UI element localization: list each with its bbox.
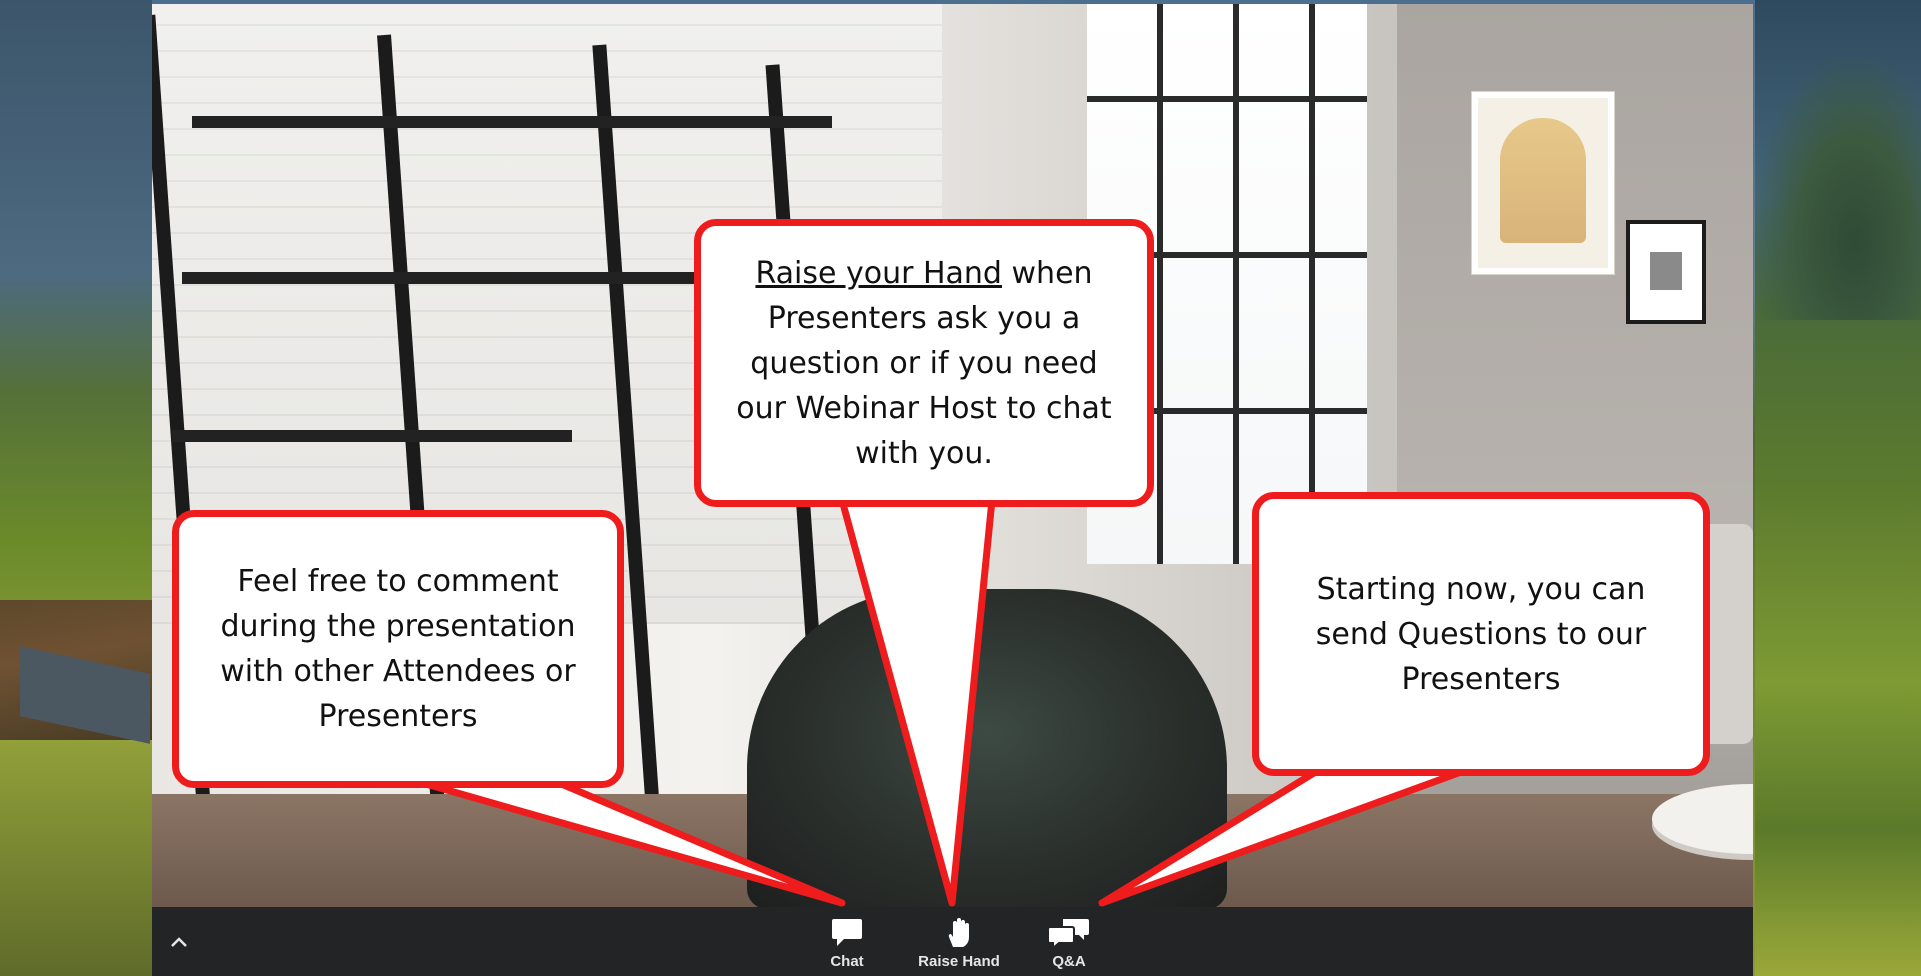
shelf <box>192 116 832 128</box>
raise-hand-emphasis: Raise your Hand <box>755 255 1002 291</box>
chat-button[interactable]: Chat <box>802 917 892 973</box>
office-chair <box>747 589 1227 907</box>
questions-callout-line: Starting now, you can <box>1316 571 1646 607</box>
questions-callout-line: send Questions to our <box>1315 616 1647 652</box>
qa-label: Q&A <box>1052 953 1086 970</box>
raise-hand-callout-line: with you. <box>855 435 993 471</box>
chat-label: Chat <box>830 953 864 970</box>
shelf <box>172 430 572 442</box>
raise-hand-button[interactable]: Raise Hand <box>914 917 1004 973</box>
questions-callout: Starting now, you can send Questions to … <box>1252 492 1710 776</box>
comment-callout-line: during the presentation <box>220 609 576 644</box>
background-left <box>0 0 152 976</box>
background-hill <box>1755 60 1921 320</box>
webinar-video-frame: Feel free to comment during the presenta… <box>152 4 1753 907</box>
qa-button[interactable]: Q&A <box>1024 917 1114 973</box>
questions-callout-line: Presenters <box>1401 661 1561 697</box>
raise-hand-callout-line: when <box>1001 255 1093 291</box>
comment-callout-line: Feel free to comment <box>237 564 559 599</box>
comment-callout-line: with other Attendees or <box>220 654 576 689</box>
webinar-toolbar: Chat Raise Hand Q&A <box>152 907 1753 976</box>
wall-art-frame <box>1472 92 1614 274</box>
comment-callout-line: Presenters <box>318 699 478 734</box>
raise-hand-label: Raise Hand <box>918 953 1000 970</box>
chat-bubble-icon <box>832 919 862 946</box>
raise-hand-callout: Raise your Hand when Presenters ask you … <box>694 219 1154 507</box>
raise-hand-callout-line: our Webinar Host to chat <box>736 390 1112 426</box>
background-right <box>1755 0 1921 976</box>
comment-callout: Feel free to comment during the presenta… <box>172 510 624 788</box>
qa-bubbles-icon <box>1047 919 1089 949</box>
chevron-up-icon[interactable] <box>164 927 194 957</box>
wall-art-frame-small <box>1626 220 1706 324</box>
raise-hand-callout-line: Presenters ask you a <box>767 300 1081 336</box>
hand-icon <box>948 918 969 947</box>
raise-hand-callout-line: question or if you need <box>750 345 1098 381</box>
